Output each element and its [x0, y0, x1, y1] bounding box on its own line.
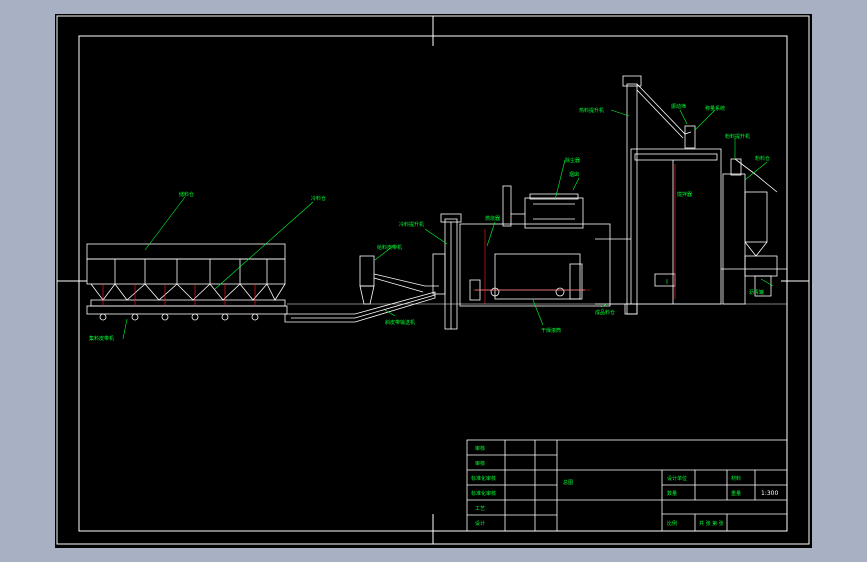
tb-row-3: 标准化审核: [471, 475, 496, 482]
dryer-drum: [459, 223, 611, 307]
inclined-belt-conveyor: [284, 255, 439, 323]
tb-sheet-label: 共 张 第 张: [699, 520, 724, 527]
tb-row-4: 标准化审核: [471, 490, 496, 497]
label-dryer: 干燥滚筒: [541, 327, 561, 334]
cad-drawing: 储料仓 冷料仓 集料皮带机 斜皮带输送机 给料皮带机 冷料提升机 燃烧器 除尘器…: [56, 15, 810, 545]
dust-collector: [502, 185, 584, 229]
powder-silo: [721, 158, 787, 305]
label-chimney: 烟囱: [569, 171, 579, 178]
label-dust-collector: 除尘器: [565, 157, 580, 164]
tb-material-label: 材料: [731, 475, 741, 482]
tb-row-6: 设计: [475, 520, 485, 527]
dryer-centerline: [473, 229, 590, 304]
tb-scale-label: 比例: [667, 520, 677, 527]
label-belt-conveyor-1: 集料皮带机: [89, 335, 114, 342]
leader-lines: [122, 109, 774, 340]
title-block: [466, 439, 788, 532]
bin-centerlines: [102, 284, 256, 306]
tb-design-label: 设计单位: [667, 475, 687, 482]
tb-weight-label: 重量: [731, 490, 741, 497]
cold-feed-bins: [86, 243, 288, 321]
tb-quantity-label: 数量: [667, 490, 677, 497]
label-weighing: 称量系统: [705, 105, 725, 112]
label-cold-elevator: 冷料提升机: [399, 221, 424, 228]
tb-row-1: 审核: [475, 445, 485, 452]
tb-drawing-name: 总图: [563, 479, 573, 486]
label-mixer: 搅拌器: [677, 191, 692, 198]
label-asphalt-tank: 沥青罐: [749, 289, 764, 296]
tb-row-2: 审核: [475, 460, 485, 467]
label-hot-elevator: 热料提升机: [579, 107, 604, 114]
tb-row-5: 工艺: [475, 506, 485, 512]
cad-viewport[interactable]: 储料仓 冷料仓 集料皮带机 斜皮带输送机 给料皮带机 冷料提升机 燃烧器 除尘器…: [55, 14, 812, 548]
label-finished-bin: 成品料仓: [595, 309, 615, 316]
tb-scale-value: 1:300: [761, 490, 778, 497]
label-inclined-belt: 斜皮带输送机: [385, 319, 415, 326]
label-powder-silo: 粉料仓: [755, 155, 770, 162]
label-storage-bin: 储料仓: [179, 191, 194, 198]
label-burner: 燃烧器: [485, 215, 500, 222]
label-screen: 振动筛: [671, 103, 686, 110]
label-belt-feeder: 给料皮带机: [377, 244, 402, 251]
label-powder-elevator: 粉料提升机: [725, 133, 750, 140]
label-feed-hopper: 冷料仓: [311, 195, 326, 202]
cold-elevator: [432, 213, 462, 330]
mixing-tower: [595, 125, 722, 315]
